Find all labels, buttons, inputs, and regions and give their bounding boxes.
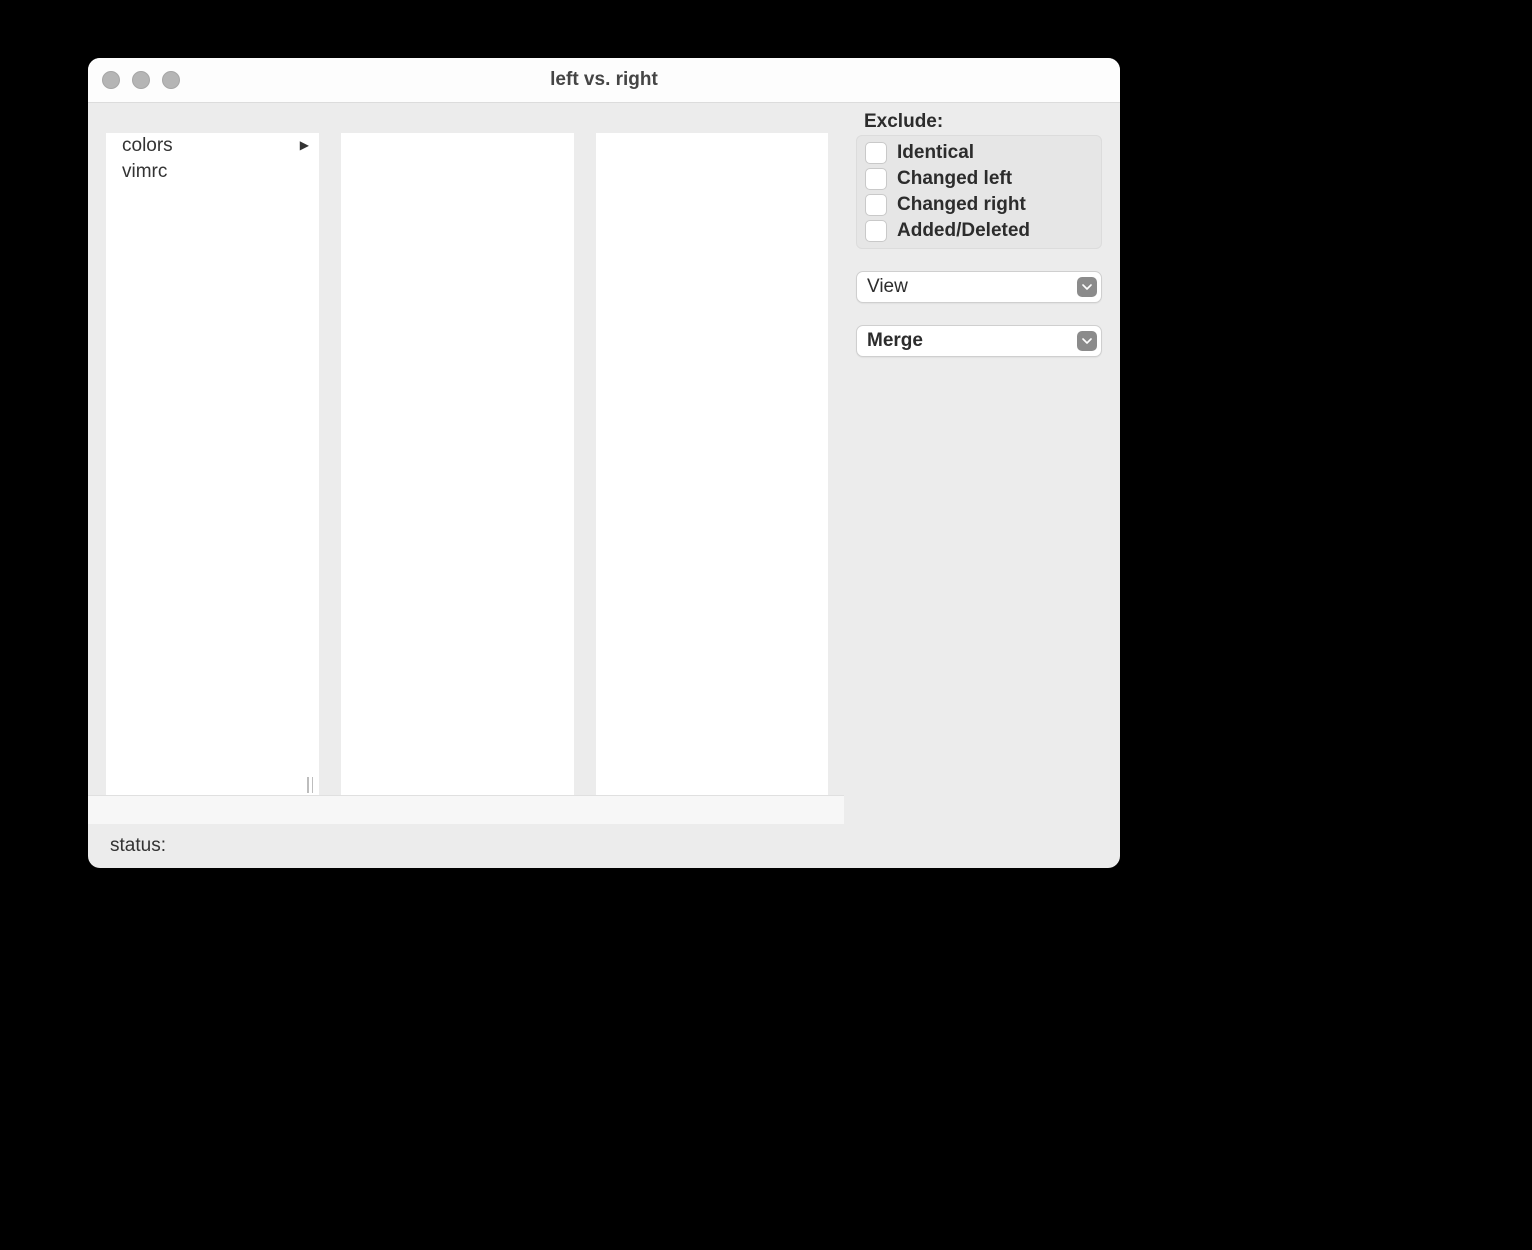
checkbox-changed-right[interactable] bbox=[865, 194, 887, 216]
pane-footer-strip bbox=[88, 795, 844, 824]
left-diff-pane[interactable] bbox=[341, 133, 574, 795]
pane-resize-handle[interactable] bbox=[303, 777, 317, 793]
checkbox-label: Identical bbox=[897, 142, 974, 164]
checkbox-identical[interactable] bbox=[865, 142, 887, 164]
checkbox-changed-left[interactable] bbox=[865, 168, 887, 190]
chevron-right-icon[interactable]: ▶ bbox=[300, 138, 309, 153]
app-window: left vs. right colors ▶ vimrc bbox=[88, 58, 1120, 868]
select-label: Merge bbox=[867, 330, 1077, 352]
tree-item-label: vimrc bbox=[122, 160, 311, 184]
file-tree-pane[interactable]: colors ▶ vimrc bbox=[106, 133, 319, 795]
status-bar: status: bbox=[88, 824, 1120, 868]
tree-item-colors[interactable]: colors ▶ bbox=[106, 133, 319, 159]
sidebar: Exclude: Identical Changed left Changed … bbox=[844, 103, 1120, 824]
exclude-heading: Exclude: bbox=[856, 111, 1102, 135]
close-icon[interactable] bbox=[102, 71, 120, 89]
status-label: status: bbox=[110, 835, 166, 857]
tree-item-label: colors bbox=[122, 134, 300, 158]
window-controls bbox=[102, 71, 180, 89]
view-select[interactable]: View bbox=[856, 271, 1102, 303]
right-diff-pane[interactable] bbox=[596, 133, 829, 795]
exclude-identical-row[interactable]: Identical bbox=[863, 140, 1095, 166]
exclude-added-deleted-row[interactable]: Added/Deleted bbox=[863, 218, 1095, 244]
checkbox-label: Added/Deleted bbox=[897, 220, 1030, 242]
tree-item-vimrc[interactable]: vimrc bbox=[106, 159, 319, 185]
select-label: View bbox=[867, 276, 1077, 298]
chevron-down-icon bbox=[1077, 331, 1097, 351]
titlebar: left vs. right bbox=[88, 58, 1120, 103]
window-title: left vs. right bbox=[88, 69, 1120, 91]
chevron-down-icon bbox=[1077, 277, 1097, 297]
main-area: colors ▶ vimrc bbox=[88, 103, 844, 824]
checkbox-label: Changed left bbox=[897, 168, 1012, 190]
minimize-icon[interactable] bbox=[132, 71, 150, 89]
merge-select[interactable]: Merge bbox=[856, 325, 1102, 357]
exclude-group: Identical Changed left Changed right Add… bbox=[856, 135, 1102, 249]
checkbox-label: Changed right bbox=[897, 194, 1026, 216]
zoom-icon[interactable] bbox=[162, 71, 180, 89]
exclude-changed-right-row[interactable]: Changed right bbox=[863, 192, 1095, 218]
exclude-changed-left-row[interactable]: Changed left bbox=[863, 166, 1095, 192]
panes: colors ▶ vimrc bbox=[88, 103, 844, 795]
window-body: colors ▶ vimrc Exclude: bbox=[88, 103, 1120, 824]
checkbox-added-deleted[interactable] bbox=[865, 220, 887, 242]
